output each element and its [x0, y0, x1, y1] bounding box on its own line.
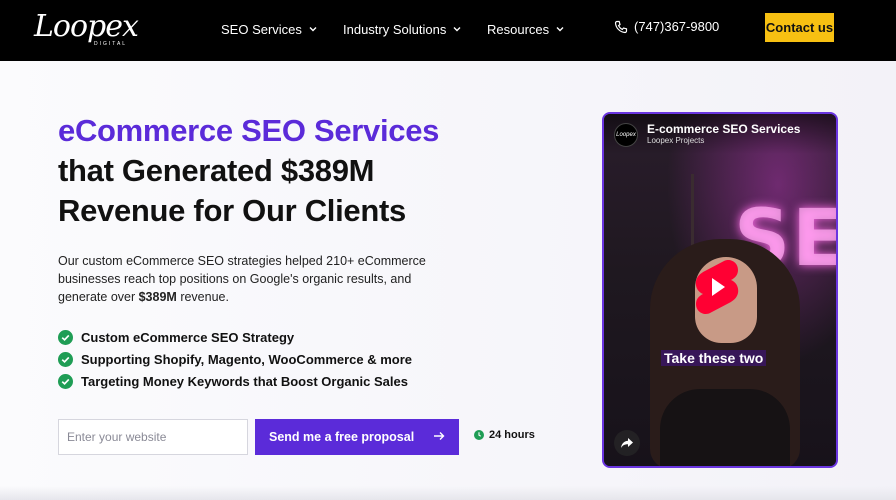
section-divider: [0, 486, 896, 500]
phone-number: (747)367-9800: [634, 19, 720, 34]
feature-list: Custom eCommerce SEO Strategy Supporting…: [58, 326, 412, 392]
check-circle-icon: [58, 351, 73, 367]
chevron-down-icon: [309, 27, 317, 32]
check-circle-icon: [58, 329, 73, 345]
feature-item: Custom eCommerce SEO Strategy: [58, 326, 412, 348]
desc-suffix: revenue.: [176, 290, 229, 304]
nav-industry-solutions[interactable]: Industry Solutions: [343, 20, 462, 38]
feature-label: Supporting Shopify, Magento, WooCommerce…: [81, 351, 413, 367]
feature-item: Supporting Shopify, Magento, WooCommerce…: [58, 348, 412, 370]
website-url-input[interactable]: [58, 419, 248, 455]
loopex-logo[interactable]: Loopex DIGITAL: [34, 11, 139, 48]
arrow-right-icon: [434, 432, 445, 440]
check-circle-icon: [58, 373, 73, 389]
logo-subtext: DIGITAL: [94, 41, 128, 47]
logo-wordmark: Loopex: [34, 9, 139, 44]
chevron-down-icon: [556, 27, 564, 32]
nav-industry-solutions-label: Industry Solutions: [343, 21, 447, 37]
nav-resources[interactable]: Resources: [487, 20, 565, 38]
phone-icon: [614, 20, 628, 33]
video-channel[interactable]: Loopex Projects: [647, 136, 704, 145]
hero-title-line2: that Generated $389M: [58, 153, 375, 188]
feature-item: Targeting Money Keywords that Boost Orga…: [58, 370, 412, 392]
hero-title: eCommerce SEO Services that Generated $3…: [58, 111, 439, 231]
nav-seo-services[interactable]: SEO Services: [221, 20, 318, 38]
hero-description: Our custom eCommerce SEO strategies help…: [58, 252, 458, 306]
video-title[interactable]: E-commerce SEO Services: [647, 122, 800, 136]
chevron-down-icon: [453, 27, 461, 32]
free-proposal-button[interactable]: Send me a free proposal: [255, 419, 459, 455]
hero-title-line3: Revenue for Our Clients: [58, 193, 406, 228]
free-proposal-label: Send me a free proposal: [269, 430, 415, 444]
hero-title-line1: eCommerce SEO Services: [58, 113, 440, 148]
nav-resources-label: Resources: [487, 21, 550, 37]
turnaround-badge: 24 hours: [474, 429, 535, 441]
feature-label: Targeting Money Keywords that Boost Orga…: [81, 373, 408, 389]
contact-us-button[interactable]: Contact us: [765, 13, 834, 42]
share-button[interactable]: [614, 430, 640, 456]
presenter-body: [660, 389, 790, 466]
top-nav: Loopex DIGITAL SEO Services Industry Sol…: [0, 0, 896, 61]
phone-link[interactable]: (747)367-9800: [614, 19, 719, 34]
nav-seo-services-label: SEO Services: [221, 21, 302, 37]
desc-bold-revenue: $389M: [138, 290, 177, 304]
turnaround-text: 24 hours: [489, 429, 535, 441]
channel-avatar[interactable]: Loopex: [614, 123, 638, 147]
clock-icon: [474, 430, 484, 440]
share-icon: [621, 438, 633, 448]
desc-prefix: Our custom eCommerce SEO strategies help…: [58, 254, 426, 304]
youtube-short-embed[interactable]: SE Loopex E-commerce SEO Services Loopex…: [604, 114, 836, 466]
youtube-shorts-play-icon[interactable]: [694, 259, 740, 315]
feature-label: Custom eCommerce SEO Strategy: [81, 329, 295, 345]
video-caption: Take these two: [661, 350, 767, 366]
